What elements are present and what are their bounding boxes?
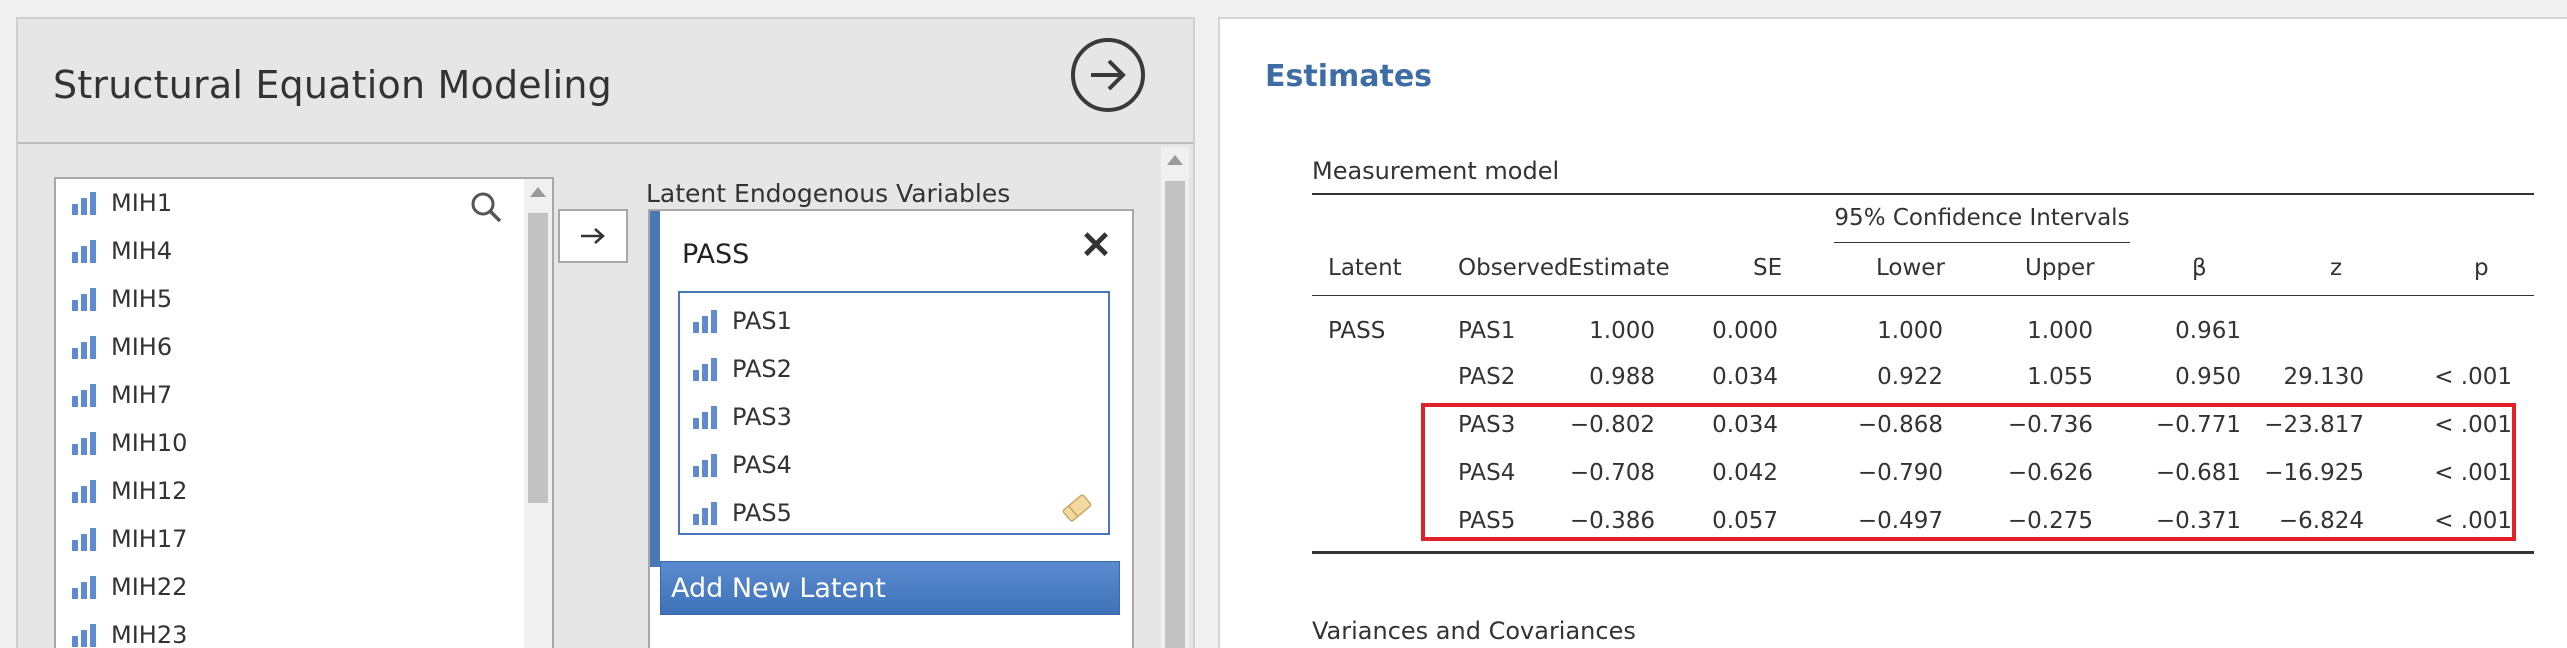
panel-title: Structural Equation Modeling [53, 63, 612, 107]
table-title: Measurement model [1312, 157, 1560, 185]
continuous-variable-icon [693, 502, 717, 525]
source-variable-item[interactable]: MIH6 [56, 323, 552, 371]
latent-section-label: Latent Endogenous Variables [646, 179, 1011, 208]
source-variable-item[interactable]: MIH12 [56, 467, 552, 515]
col-header-lower: Lower [1876, 255, 1945, 281]
estimates-heading: Estimates [1265, 59, 1433, 94]
continuous-variable-icon [693, 454, 717, 477]
latent-variable-list[interactable]: PAS1 PAS2 PAS3 PAS4 PAS5 [678, 291, 1110, 535]
search-icon[interactable] [470, 191, 502, 223]
continuous-variable-icon [72, 384, 96, 407]
continuous-variable-icon [72, 288, 96, 311]
latent-variable-item[interactable]: PAS4 [680, 441, 1108, 489]
col-header-p: p [2474, 255, 2489, 281]
ci-header: 95% Confidence Intervals [1834, 205, 2130, 231]
col-header-observed: Observed [1458, 255, 1569, 281]
results-panel: Estimates Measurement model 95% Confiden… [1218, 17, 2567, 648]
variable-label: MIH17 [111, 525, 188, 553]
variable-label: MIH6 [111, 333, 173, 361]
variable-label: MIH22 [111, 573, 188, 601]
variable-label: PAS1 [732, 307, 792, 335]
latent-variable-item[interactable]: PAS1 [680, 297, 1108, 345]
table-top-rule [1312, 193, 2534, 195]
variable-label: MIH10 [111, 429, 188, 457]
highlight-annotation [1421, 403, 2516, 541]
latent-variable-box: PASS ✕ PAS1 PAS2 PAS3 PAS4 PAS5 Add New Late… [648, 209, 1134, 648]
source-variable-list[interactable]: MIH1 MIH4 MIH5 MIH6 MIH7 MIH10 MIH12 MIH17 MIH22… [54, 177, 554, 648]
continuous-variable-icon [72, 192, 96, 215]
source-variable-item[interactable]: MIH17 [56, 515, 552, 563]
scroll-thumb[interactable] [1165, 181, 1185, 648]
col-header-upper: Upper [2025, 255, 2095, 281]
run-analysis-button[interactable] [1071, 38, 1145, 112]
variable-label: PAS2 [732, 355, 792, 383]
add-new-latent-button[interactable]: Add New Latent [660, 561, 1120, 615]
cell-latent: PASS [1328, 318, 1386, 344]
options-scrollbar[interactable] [1161, 147, 1189, 648]
source-variable-item[interactable]: MIH10 [56, 419, 552, 467]
close-icon[interactable]: ✕ [1080, 227, 1112, 265]
continuous-variable-icon [693, 406, 717, 429]
source-variable-item[interactable]: MIH23 [56, 611, 552, 648]
col-header-estimate: Estimate [1568, 255, 1670, 281]
continuous-variable-icon [72, 336, 96, 359]
continuous-variable-icon [72, 240, 96, 263]
variable-label: PAS3 [732, 403, 792, 431]
continuous-variable-icon [72, 480, 96, 503]
table-bottom-rule [1312, 551, 2534, 554]
latent-variable-item[interactable]: PAS3 [680, 393, 1108, 441]
continuous-variable-icon [72, 624, 96, 647]
variances-section-label: Variances and Covariances [1312, 617, 1636, 645]
variable-label: MIH4 [111, 237, 173, 265]
scroll-up-icon[interactable] [1167, 155, 1183, 165]
header-rule [1312, 295, 2534, 296]
variable-list-scrollbar[interactable] [524, 179, 552, 648]
scroll-thumb[interactable] [528, 213, 548, 503]
options-panel: Structural Equation Modeling MIH1 MIH4 MIH… [16, 17, 1195, 648]
variable-label: PAS4 [732, 451, 792, 479]
continuous-variable-icon [72, 576, 96, 599]
arrow-right-icon [581, 228, 605, 244]
col-header-z: z [2330, 255, 2343, 281]
arrow-right-circle-icon [1091, 59, 1126, 91]
variable-label: MIH7 [111, 381, 173, 409]
ci-header-rule [1834, 242, 2130, 243]
title-divider [18, 142, 1193, 144]
source-variable-item[interactable]: MIH22 [56, 563, 552, 611]
source-variable-item[interactable]: MIH4 [56, 227, 552, 275]
scroll-up-icon[interactable] [530, 187, 546, 197]
col-header-se: SE [1753, 255, 1783, 281]
col-header-latent: Latent [1328, 255, 1402, 281]
source-variable-item[interactable]: MIH7 [56, 371, 552, 419]
variable-label: PAS5 [732, 499, 792, 527]
variable-label: MIH1 [111, 189, 173, 217]
variable-label: MIH23 [111, 621, 188, 648]
latent-variable-item[interactable]: PAS5 [680, 489, 1108, 537]
cell-beta: 0.961 [2175, 318, 2241, 344]
latent-name[interactable]: PASS [682, 239, 749, 270]
cell-p: < .001 [2434, 364, 2512, 390]
latent-variable-item[interactable]: PAS2 [680, 345, 1108, 393]
source-variable-item[interactable]: MIH5 [56, 275, 552, 323]
continuous-variable-icon [72, 432, 96, 455]
continuous-variable-icon [693, 310, 717, 333]
eraser-icon[interactable] [1060, 491, 1094, 525]
continuous-variable-icon [72, 528, 96, 551]
variable-label: MIH5 [111, 285, 173, 313]
move-variable-button[interactable] [558, 209, 628, 263]
continuous-variable-icon [693, 358, 717, 381]
latent-accent-bar [650, 211, 660, 567]
col-header-beta: β [2192, 255, 2207, 281]
variable-label: MIH12 [111, 477, 188, 505]
